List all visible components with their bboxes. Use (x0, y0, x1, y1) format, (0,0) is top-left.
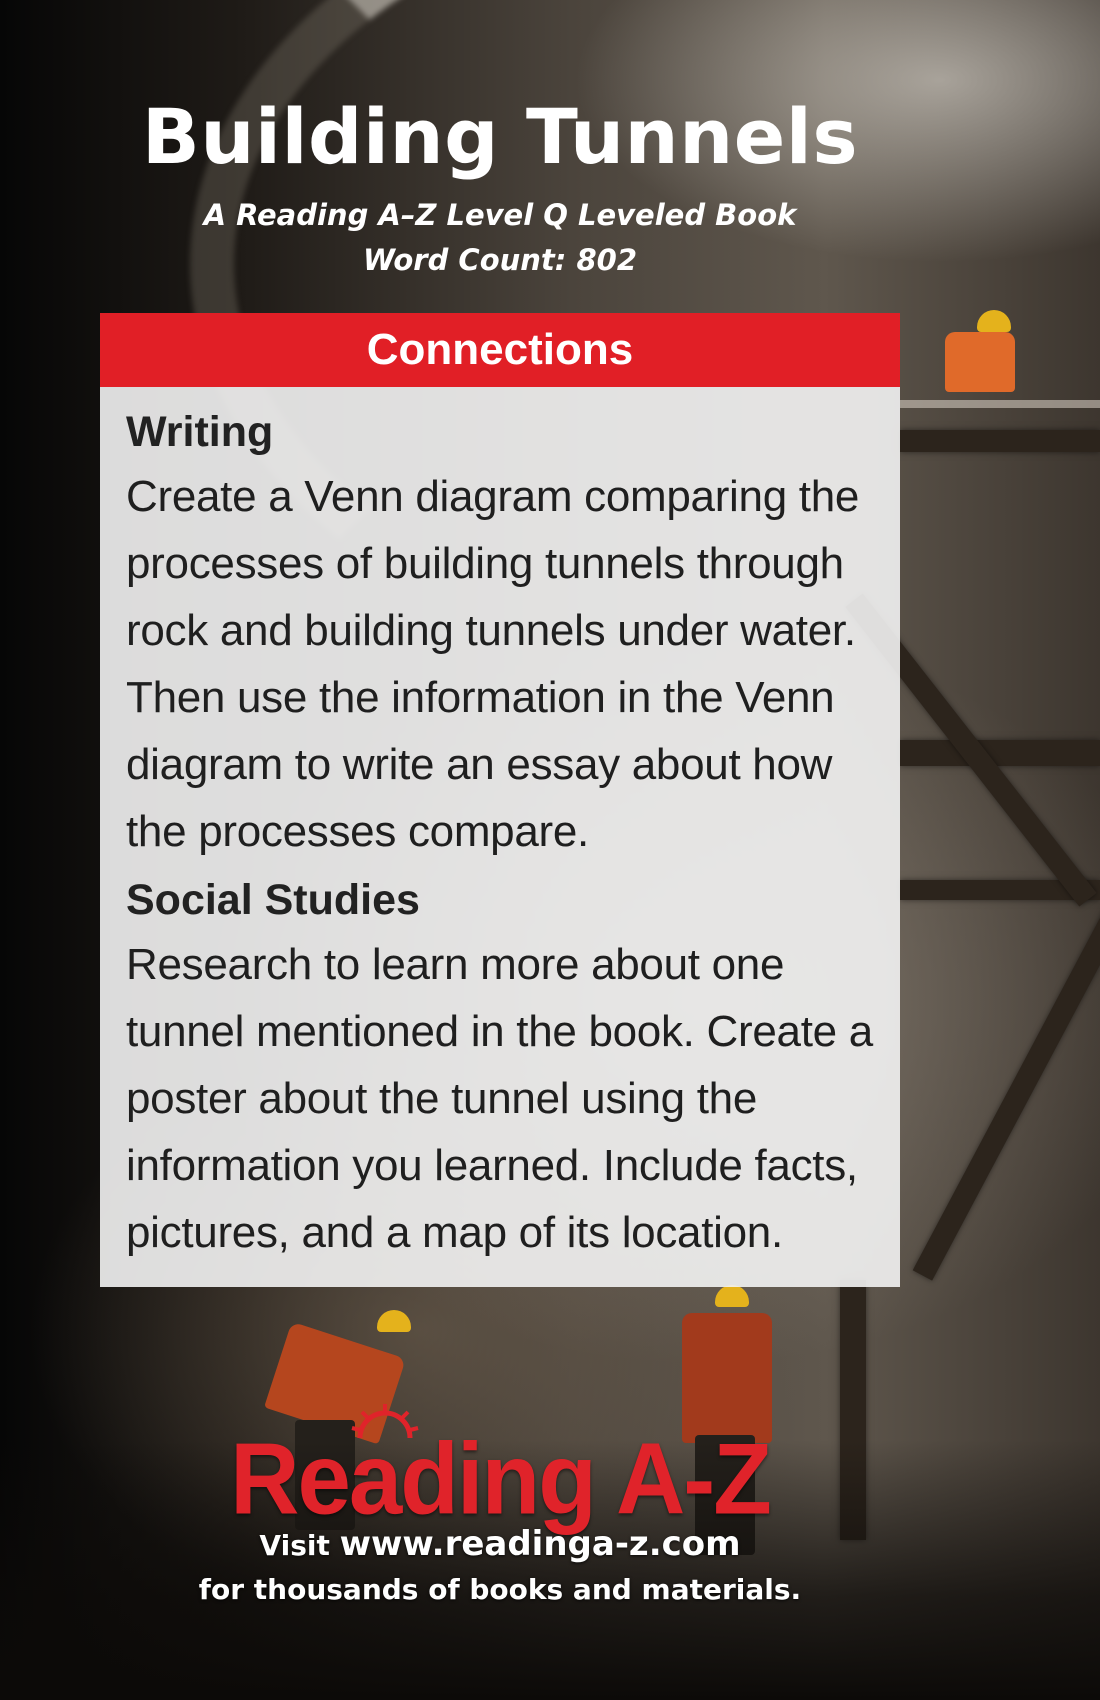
scaffold-brace (912, 899, 1100, 1281)
visit-prefix: Visit (259, 1529, 340, 1562)
section-text-social-studies: Research to learn more about one tunnel … (126, 940, 873, 1257)
scaffold-beam (900, 740, 1100, 766)
book-title: Building Tunnels (141, 92, 859, 181)
connections-header: Connections (100, 313, 900, 387)
connections-body: Writing Create a Venn diagram comparing … (100, 387, 900, 1266)
connections-card: Connections Writing Create a Venn diagra… (100, 313, 900, 1287)
visit-line: Visit www.readinga-z.com (0, 1524, 1000, 1564)
scaffold-rail (900, 400, 1100, 408)
word-count: Word Count: 802 (362, 243, 638, 277)
website-url[interactable]: www.readinga-z.com (340, 1524, 741, 1564)
scaffold-beam (900, 430, 1100, 452)
section-heading-social-studies: Social Studies (126, 876, 420, 924)
section-heading-writing: Writing (126, 408, 274, 456)
section-text-writing: Create a Venn diagram comparing the proc… (126, 472, 860, 856)
book-subtitle: A Reading A–Z Level Q Leveled Book (203, 198, 797, 232)
visit-line-2: for thousands of books and materials. (198, 1573, 802, 1606)
reading-az-logo: Reading A-Z (230, 1423, 772, 1536)
